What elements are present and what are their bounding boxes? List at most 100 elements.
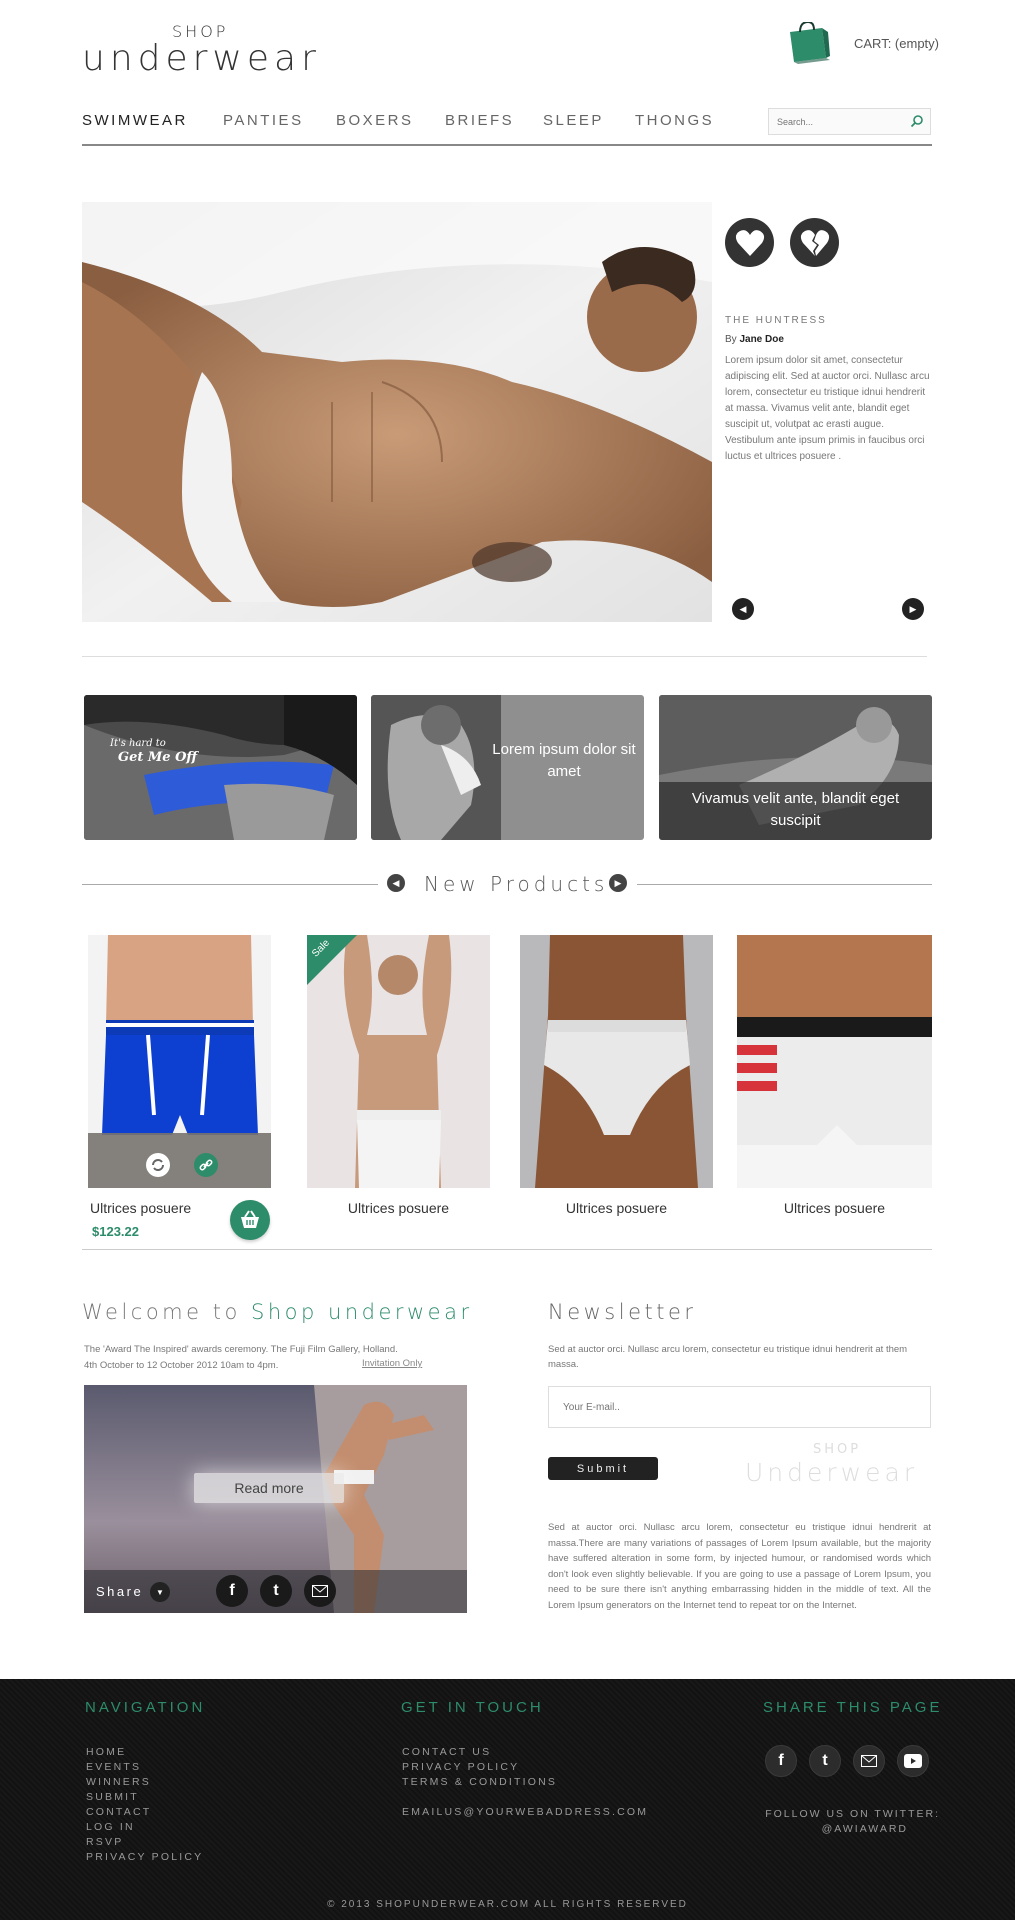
search-icon[interactable] bbox=[910, 114, 924, 133]
cart-label[interactable]: CART: (empty) bbox=[854, 36, 939, 51]
facebook-icon[interactable]: f bbox=[216, 1575, 248, 1607]
hero-category: THE HUNTRESS bbox=[725, 315, 827, 326]
nav-item-thongs[interactable]: THONGS bbox=[635, 112, 714, 129]
welcome-title: Welcome to Shop underwear bbox=[82, 1300, 473, 1324]
footer-share-title: SHARE THIS PAGE bbox=[763, 1699, 943, 1716]
search-box bbox=[768, 108, 931, 135]
broken-heart-icon[interactable] bbox=[790, 218, 839, 267]
promo-banner-2[interactable]: Lorem ipsum dolor sit amet bbox=[371, 695, 644, 840]
sale-ribbon bbox=[307, 935, 357, 985]
product-name[interactable]: Ultrices posuere bbox=[520, 1200, 713, 1216]
welcome-line-1: The 'Award The Inspired' awards ceremony… bbox=[84, 1344, 398, 1355]
welcome-title-accent: Shop underwear bbox=[251, 1300, 473, 1324]
footer-link-submit[interactable]: SUBMIT bbox=[86, 1790, 203, 1805]
main-nav: SWIMWEAR PANTIES BOXERS BRIEFS SLEEP THO… bbox=[82, 108, 932, 146]
welcome-image[interactable]: Read more Share ▼ f t bbox=[84, 1385, 467, 1613]
invitation-link[interactable]: Invitation Only bbox=[362, 1358, 422, 1369]
link-icon[interactable] bbox=[194, 1153, 218, 1177]
footer-link-contact-us[interactable]: CONTACT US bbox=[402, 1745, 648, 1760]
email-field[interactable] bbox=[548, 1386, 931, 1428]
hero-prev-button[interactable]: ◀ bbox=[732, 598, 754, 620]
footer-contact-list: CONTACT US PRIVACY POLICY TERMS & CONDIT… bbox=[402, 1745, 648, 1820]
new-products-header: ◀ New Products ▶ bbox=[82, 870, 932, 898]
read-more-button[interactable]: Read more bbox=[194, 1473, 344, 1503]
products-prev-button[interactable]: ◀ bbox=[387, 874, 405, 892]
submit-button[interactable]: Submit bbox=[548, 1457, 658, 1480]
product-name[interactable]: Ultrices posuere bbox=[737, 1200, 932, 1216]
footer-twitter: FOLLOW US ON TWITTER: @AWIAWARD bbox=[740, 1807, 940, 1837]
footer-nav-list: HOME EVENTS WINNERS SUBMIT CONTACT LOG I… bbox=[86, 1745, 203, 1865]
hero-sidebar: THE HUNTRESS By Jane Doe Lorem ipsum dol… bbox=[725, 218, 935, 465]
promo-banner-3[interactable]: Vivamus velit ante, blandit eget suscipi… bbox=[659, 695, 932, 840]
divider bbox=[82, 656, 927, 657]
promo-banner-1[interactable]: It's hard to Get Me Off bbox=[84, 695, 357, 840]
newsletter-desc: Sed at auctor orci. Nullasc arcu lorem, … bbox=[548, 1344, 908, 1370]
product-image[interactable] bbox=[88, 935, 271, 1188]
youtube-icon[interactable] bbox=[897, 1745, 929, 1777]
watermark-small: SHOP bbox=[813, 1442, 862, 1457]
footer-link-rsvp[interactable]: RSVP bbox=[86, 1835, 203, 1850]
hero-text: Lorem ipsum dolor sit amet, consectetur … bbox=[725, 355, 930, 462]
chevron-down-icon[interactable]: ▼ bbox=[150, 1582, 170, 1602]
footer-link-home[interactable]: HOME bbox=[86, 1745, 203, 1760]
footer-link-events[interactable]: EVENTS bbox=[86, 1760, 203, 1775]
footer-link-winners[interactable]: WINNERS bbox=[86, 1775, 203, 1790]
title-rule-left bbox=[82, 884, 378, 885]
nav-item-sleep[interactable]: SLEEP bbox=[543, 112, 604, 129]
footer-link-login[interactable]: LOG IN bbox=[86, 1820, 203, 1835]
hero-byline: By Jane Doe bbox=[725, 334, 935, 345]
nav-item-briefs[interactable]: BRIEFS bbox=[445, 112, 514, 129]
footer-social: f t bbox=[765, 1745, 929, 1777]
facebook-icon[interactable]: f bbox=[765, 1745, 797, 1777]
banner-1-line2: Get Me Off bbox=[118, 750, 198, 765]
basket-icon[interactable] bbox=[230, 1200, 270, 1240]
banner-3-caption: Vivamus velit ante, blandit eget suscipi… bbox=[691, 790, 900, 829]
welcome-title-plain: Welcome to bbox=[82, 1300, 241, 1324]
refresh-icon[interactable] bbox=[146, 1153, 170, 1177]
product-card: Ultrices posuere bbox=[520, 935, 713, 1216]
products-next-button[interactable]: ▶ bbox=[609, 874, 627, 892]
share-bar: Share ▼ f t bbox=[84, 1570, 467, 1613]
hero-image[interactable] bbox=[82, 202, 712, 622]
newsletter-title: Newsletter bbox=[548, 1300, 697, 1324]
product-image[interactable] bbox=[737, 935, 932, 1188]
product-card: Ultrices posuere $123.22 bbox=[88, 935, 271, 1240]
shopping-bag-icon bbox=[786, 20, 830, 64]
product-name[interactable]: Ultrices posuere bbox=[307, 1200, 490, 1216]
search-input[interactable] bbox=[769, 109, 904, 134]
twitter-icon[interactable]: t bbox=[809, 1745, 841, 1777]
footer-link-contact[interactable]: CONTACT bbox=[86, 1805, 203, 1820]
twitter-follow-label: FOLLOW US ON TWITTER: bbox=[765, 1808, 940, 1820]
product-image[interactable] bbox=[520, 935, 713, 1188]
footer-link-privacy-policy[interactable]: PRIVACY POLICY bbox=[402, 1760, 648, 1775]
hero-next-button[interactable]: ▶ bbox=[902, 598, 924, 620]
nav-item-boxers[interactable]: BOXERS bbox=[336, 112, 414, 129]
footer-nav-title: NAVIGATION bbox=[85, 1699, 206, 1716]
logo-big-text: underwear bbox=[82, 38, 321, 79]
footer-contact-title: GET IN TOUCH bbox=[401, 1699, 544, 1716]
nav-item-panties[interactable]: PANTIES bbox=[223, 112, 304, 129]
newsletter-body: Sed at auctor orci. Nullasc arcu lorem, … bbox=[548, 1522, 931, 1611]
product-image[interactable]: Sale bbox=[307, 935, 490, 1188]
watermark-big: Underwear bbox=[745, 1458, 919, 1487]
mail-icon[interactable] bbox=[853, 1745, 885, 1777]
twitter-handle[interactable]: @AWIAWARD bbox=[740, 1822, 940, 1837]
title-rule-right bbox=[637, 884, 932, 885]
footer-link-privacy[interactable]: PRIVACY POLICY bbox=[86, 1850, 203, 1865]
heart-icon[interactable] bbox=[725, 218, 774, 267]
footer-email-link[interactable]: EMAILUS@YOURWEBADDRESS.COM bbox=[402, 1805, 648, 1820]
divider bbox=[82, 1249, 932, 1250]
product-card: Sale Ultrices posuere bbox=[307, 935, 490, 1216]
hero-author[interactable]: Jane Doe bbox=[739, 334, 783, 345]
banner-2-caption: Lorem ipsum dolor sit amet bbox=[492, 741, 636, 780]
cart[interactable]: CART: (empty) bbox=[786, 20, 939, 64]
new-products-title: New Products bbox=[424, 872, 609, 896]
nav-item-swimwear[interactable]: SWIMWEAR bbox=[82, 112, 188, 129]
twitter-icon[interactable]: t bbox=[260, 1575, 292, 1607]
page: SHOP underwear CART: (empty) SWIMWEAR PA… bbox=[0, 0, 1015, 1920]
mail-icon[interactable] bbox=[304, 1575, 336, 1607]
footer: NAVIGATION HOME EVENTS WINNERS SUBMIT CO… bbox=[0, 1679, 1015, 1920]
footer-link-terms[interactable]: TERMS & CONDITIONS bbox=[402, 1775, 648, 1790]
by-label: By bbox=[725, 334, 737, 345]
share-label: Share bbox=[96, 1584, 144, 1599]
